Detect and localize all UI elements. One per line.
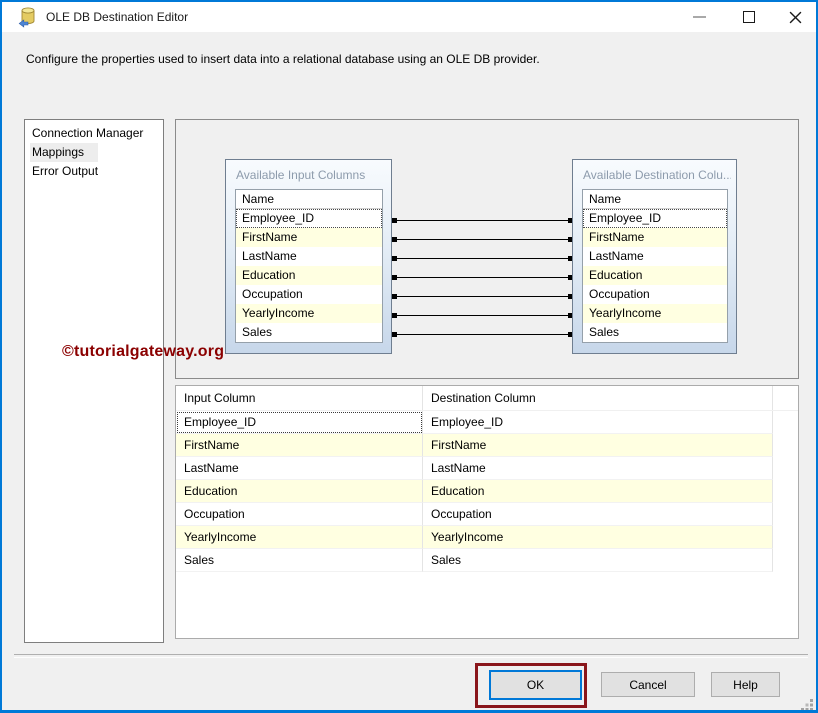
tutorialgateway-watermark: ©tutorialgateway.org: [62, 343, 225, 360]
input-column-cell[interactable]: LastName: [176, 457, 423, 480]
connection-line: [392, 218, 573, 223]
sidebar-item-error-output[interactable]: Error Output: [25, 162, 163, 181]
input-column-header: Input Column: [176, 386, 423, 410]
input-column-item[interactable]: FirstName: [236, 228, 382, 247]
input-columns-list: Name Employee_ID FirstName LastName Educ…: [235, 189, 383, 343]
mapping-row: Sales Sales: [176, 549, 798, 572]
button-separator-line: [14, 654, 808, 658]
sidebar-item-connection-manager[interactable]: Connection Manager: [25, 124, 163, 143]
maximize-button[interactable]: [732, 2, 766, 32]
mapping-row: Education Education: [176, 480, 798, 503]
connection-line: [392, 294, 573, 299]
mapping-row: Occupation Occupation: [176, 503, 798, 526]
connection-line: [392, 332, 573, 337]
input-box-title: Available Input Columns: [236, 168, 366, 182]
input-column-cell[interactable]: Occupation: [176, 503, 423, 526]
available-input-columns-box[interactable]: Available Input Columns Name Employee_ID…: [225, 159, 392, 354]
destination-columns-list: Name Employee_ID FirstName LastName Educ…: [582, 189, 728, 343]
mapping-grid-header: Input Column Destination Column: [176, 386, 798, 411]
maximize-icon: [743, 11, 755, 23]
destination-column-item[interactable]: Employee_ID: [583, 209, 727, 228]
mapping-row: Employee_ID Employee_ID: [176, 411, 798, 434]
destination-column-item[interactable]: FirstName: [583, 228, 727, 247]
destination-column-cell[interactable]: LastName: [423, 457, 773, 480]
destination-column-cell[interactable]: YearlyIncome: [423, 526, 773, 549]
destination-column-item[interactable]: Occupation: [583, 285, 727, 304]
input-column-item[interactable]: Occupation: [236, 285, 382, 304]
available-destination-columns-box[interactable]: Available Destination Colu... Name Emplo…: [572, 159, 737, 354]
mapping-row: FirstName FirstName: [176, 434, 798, 457]
title-bar[interactable]: OLE DB Destination Editor: [2, 2, 816, 32]
destination-column-cell[interactable]: Occupation: [423, 503, 773, 526]
ole-db-destination-editor-window: OLE DB Destination Editor Configure the …: [0, 0, 818, 713]
input-list-header: Name: [236, 190, 382, 209]
destination-column-item[interactable]: Education: [583, 266, 727, 285]
input-column-item[interactable]: Employee_ID: [236, 209, 382, 228]
destination-column-cell[interactable]: Sales: [423, 549, 773, 572]
mapping-connection-lines[interactable]: [392, 214, 573, 346]
minimize-icon: [692, 16, 706, 18]
destination-column-cell[interactable]: FirstName: [423, 434, 773, 457]
mapping-row: YearlyIncome YearlyIncome: [176, 526, 798, 549]
destination-column-cell[interactable]: Employee_ID: [423, 411, 773, 434]
help-button[interactable]: Help: [711, 672, 780, 697]
input-column-item[interactable]: Education: [236, 266, 382, 285]
destination-column-item[interactable]: Sales: [583, 323, 727, 342]
input-column-item[interactable]: LastName: [236, 247, 382, 266]
mapping-row: LastName LastName: [176, 457, 798, 480]
resize-grip-icon[interactable]: [801, 699, 804, 702]
input-column-cell[interactable]: YearlyIncome: [176, 526, 423, 549]
database-destination-icon: [18, 7, 35, 28]
connection-line: [392, 313, 573, 318]
destination-column-cell[interactable]: Education: [423, 480, 773, 503]
column-mapping-grid: Input Column Destination Column Employee…: [175, 385, 799, 639]
destination-list-header: Name: [583, 190, 727, 209]
input-column-cell[interactable]: FirstName: [176, 434, 423, 457]
close-button[interactable]: [778, 2, 812, 32]
dialog-description: Configure the properties used to insert …: [26, 52, 540, 66]
connection-line: [392, 256, 573, 261]
input-column-cell[interactable]: Employee_ID: [176, 411, 423, 434]
input-column-item[interactable]: Sales: [236, 323, 382, 342]
sidebar-item-mappings[interactable]: Mappings: [25, 143, 163, 162]
input-column-cell[interactable]: Education: [176, 480, 423, 503]
connection-line: [392, 275, 573, 280]
input-column-item[interactable]: YearlyIncome: [236, 304, 382, 323]
mapping-diagram-panel: Available Input Columns Name Employee_ID…: [175, 119, 799, 379]
input-column-cell[interactable]: Sales: [176, 549, 423, 572]
destination-column-item[interactable]: YearlyIncome: [583, 304, 727, 323]
close-icon: [789, 11, 801, 23]
destination-column-item[interactable]: LastName: [583, 247, 727, 266]
connection-line: [392, 237, 573, 242]
minimize-button[interactable]: [682, 2, 716, 32]
window-title: OLE DB Destination Editor: [46, 10, 189, 24]
destination-column-header: Destination Column: [423, 386, 773, 410]
ok-button[interactable]: OK: [489, 670, 582, 700]
destination-box-title: Available Destination Colu...: [583, 168, 731, 182]
pages-sidebar: Connection Manager Mappings Error Output: [24, 119, 164, 643]
cancel-button[interactable]: Cancel: [601, 672, 695, 697]
